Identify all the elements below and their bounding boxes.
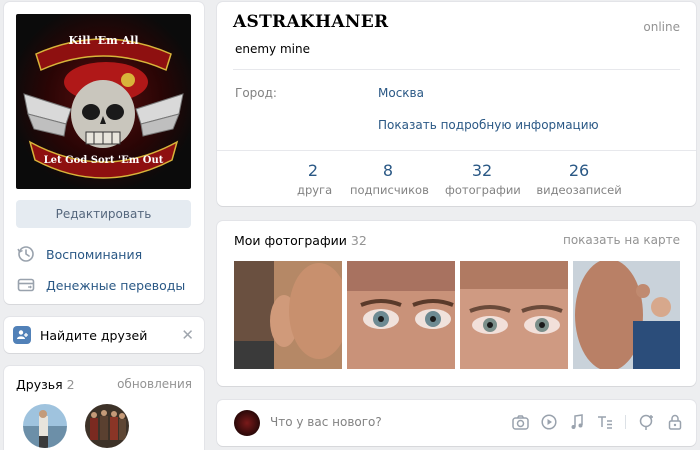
counter-label: подписчиков bbox=[350, 183, 429, 197]
counter-value: 26 bbox=[568, 161, 590, 180]
counter-videos[interactable]: 26 видеозаписей bbox=[535, 161, 623, 198]
avatar-text-top: Kill 'Em All bbox=[68, 34, 139, 47]
show-more-info-link[interactable]: Показать подробную информацию bbox=[378, 118, 599, 132]
add-friend-icon bbox=[13, 326, 31, 344]
city-label: Город: bbox=[235, 86, 277, 100]
photo-thumbnail[interactable] bbox=[347, 261, 455, 369]
lock-icon[interactable] bbox=[665, 412, 684, 432]
counter-label: видеозаписей bbox=[536, 183, 622, 197]
photo-thumbnail[interactable] bbox=[573, 261, 680, 369]
counter-value: 32 bbox=[471, 161, 493, 180]
money-transfer-icon bbox=[16, 275, 36, 295]
counter-value: 8 bbox=[382, 161, 394, 180]
sidebar-item-label: Денежные переводы bbox=[46, 277, 186, 293]
find-friends-card[interactable]: Найдите друзей ✕ bbox=[4, 317, 204, 353]
counter-label: друга bbox=[297, 183, 333, 197]
city-link[interactable]: Москва bbox=[378, 86, 424, 100]
counter-label: фотографии bbox=[445, 183, 521, 197]
history-icon bbox=[16, 244, 36, 264]
divider bbox=[625, 415, 626, 429]
photos-title-label: Мои фотографии bbox=[234, 233, 347, 248]
post-attach-toolbar bbox=[511, 412, 684, 432]
new-post-card: Что у вас нового? bbox=[217, 400, 696, 446]
show-on-map-link[interactable]: показать на карте bbox=[563, 233, 680, 247]
counter-value: 2 bbox=[307, 161, 319, 180]
photos-card: Мои фотографии 32 показать на карте bbox=[217, 221, 696, 386]
edit-profile-button[interactable]: Редактировать bbox=[16, 200, 191, 228]
friends-card: Друзья 2 обновления bbox=[4, 366, 204, 450]
sidebar-item-money-transfers[interactable]: Денежные переводы bbox=[16, 273, 185, 297]
sidebar-item-label: Воспоминания bbox=[46, 246, 143, 262]
close-icon[interactable]: ✕ bbox=[181, 326, 194, 344]
find-friends-label: Найдите друзей bbox=[40, 328, 148, 343]
counter-followers[interactable]: 8 подписчиков bbox=[350, 161, 429, 198]
camera-icon[interactable] bbox=[511, 412, 530, 432]
friends-count: 2 bbox=[66, 377, 75, 392]
friend-avatar[interactable] bbox=[85, 404, 129, 448]
photos-title[interactable]: Мои фотографии 32 bbox=[234, 233, 367, 248]
add-location-icon[interactable] bbox=[637, 412, 656, 432]
profile-status[interactable]: enemy mine bbox=[235, 42, 310, 56]
avatar-card: Kill 'Em All Let God Sort 'Em Out Редакт… bbox=[4, 2, 204, 304]
article-icon[interactable] bbox=[595, 412, 614, 432]
friend-avatar[interactable] bbox=[23, 404, 67, 448]
avatar[interactable] bbox=[234, 410, 260, 436]
divider bbox=[233, 69, 680, 70]
photo-thumbnail[interactable] bbox=[460, 261, 568, 369]
friends-title[interactable]: Друзья 2 bbox=[16, 377, 75, 392]
profile-avatar[interactable]: Kill 'Em All Let God Sort 'Em Out bbox=[16, 14, 191, 189]
avatar-text-bottom: Let God Sort 'Em Out bbox=[43, 155, 164, 166]
counter-photos[interactable]: 32 фотографии bbox=[445, 161, 521, 198]
profile-info-card: ASTRAKHANER online enemy mine Город: Мос… bbox=[217, 2, 696, 206]
music-icon[interactable] bbox=[567, 412, 586, 432]
friends-updates-link[interactable]: обновления bbox=[117, 377, 192, 391]
video-icon[interactable] bbox=[539, 412, 558, 432]
online-status: online bbox=[643, 20, 680, 34]
friends-title-label: Друзья bbox=[16, 377, 63, 392]
photo-thumbnail[interactable] bbox=[234, 261, 342, 369]
sidebar-item-memories[interactable]: Воспоминания bbox=[16, 242, 142, 266]
profile-name: ASTRAKHANER bbox=[233, 12, 389, 32]
new-post-input[interactable]: Что у вас нового? bbox=[270, 415, 382, 429]
photos-count: 32 bbox=[350, 233, 367, 248]
profile-counters: 2 друга 8 подписчиков 32 фотографии 26 в… bbox=[217, 150, 696, 206]
counter-friends[interactable]: 2 друга bbox=[297, 161, 333, 198]
